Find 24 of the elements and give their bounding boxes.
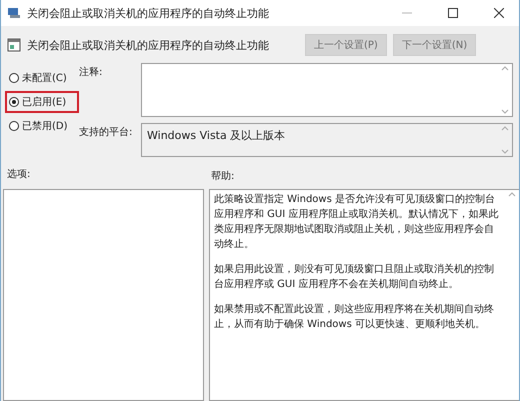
window-title: 关闭会阻止或取消关机的应用程序的自动终止功能 [27, 6, 270, 20]
close-icon[interactable] [494, 8, 504, 18]
options-label: 选项: [7, 168, 30, 180]
comment-field[interactable] [141, 63, 513, 117]
help-paragraph: 此策略设置指定 Windows 是否允许没有可见顶级窗口的控制台应用程序和 GUI 应用程序阻止或取消关机。默认情况下，如果此类应用程序无限期地试图取消或阻止关机，则这些应用程序会自动终止。 [214, 192, 500, 252]
scroll-up-icon[interactable] [501, 126, 509, 131]
help-paragraph: 如果启用此设置，则没有可见顶级窗口且阻止或取消关机的控制台应用程序或 GUI 应用程序不会在关机期间自动终止。 [214, 262, 495, 292]
comment-label: 注释: [79, 66, 104, 79]
settings-page-icon [7, 38, 21, 52]
setting-title: 关闭会阻止或取消关机的应用程序的自动终止功能 [27, 38, 270, 52]
minimize-icon[interactable] [402, 12, 412, 14]
scroll-down-icon[interactable] [501, 149, 509, 154]
state-radio[interactable]: 未配置(C) [5, 67, 79, 89]
help-label: 帮助: [211, 170, 234, 183]
scroll-down-icon[interactable] [501, 109, 509, 114]
scroll-up-icon[interactable] [501, 66, 509, 71]
help-paragraph: 如果禁用或不配置此设置，则这些应用程序将在关机期间自动终止，从而有助于确保 Windows 可以更快速、更顺利地关机。 [214, 302, 495, 332]
scroll-up-icon[interactable] [508, 192, 516, 197]
maximize-icon[interactable] [448, 8, 458, 18]
state-radio[interactable]: 已启用(E) [5, 91, 79, 113]
state-radio[interactable]: 已禁用(D) [5, 115, 79, 137]
platform-field: Windows Vista 及以上版本 [141, 123, 513, 157]
policy-icon [7, 7, 21, 19]
platform-label: 支持的平台: [79, 126, 134, 139]
